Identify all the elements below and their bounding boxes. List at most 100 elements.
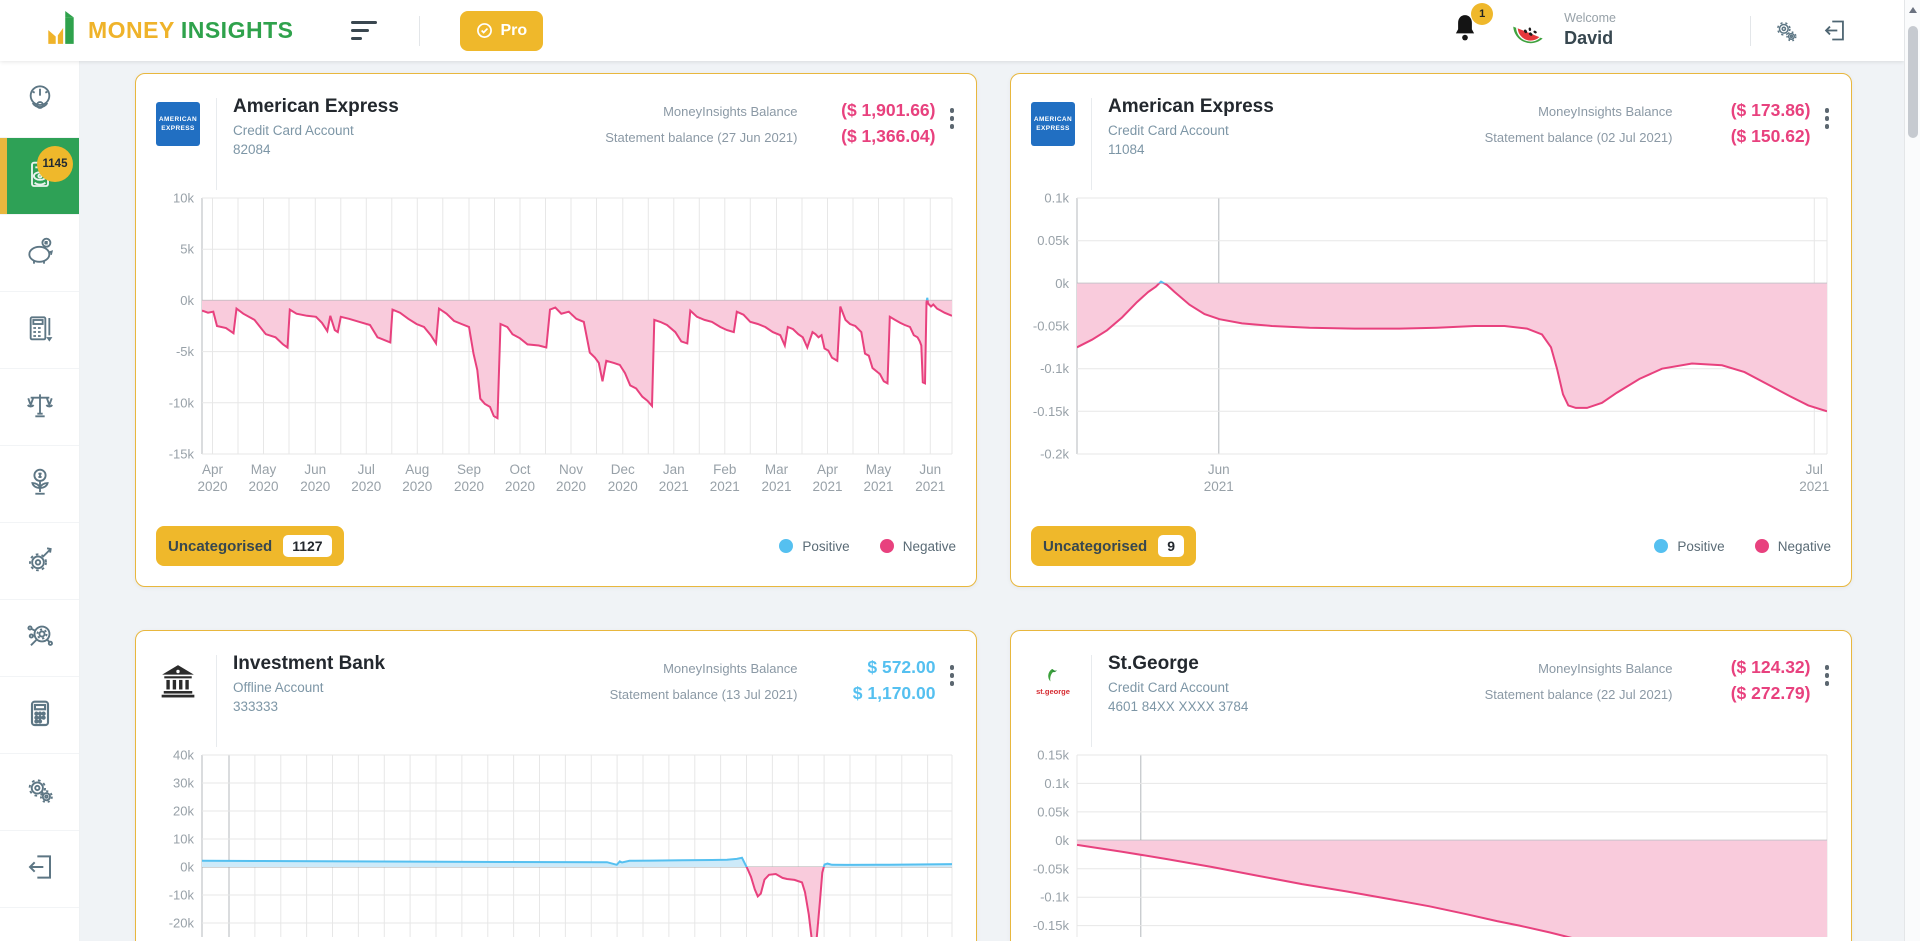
logout-icon xyxy=(24,851,56,888)
page-scrollbar[interactable] xyxy=(1904,0,1920,941)
balance-label: MoneyInsights Balance xyxy=(1538,104,1672,119)
sidebar-item-investments[interactable] xyxy=(0,446,79,523)
svg-text:2020: 2020 xyxy=(248,479,278,494)
brand-logo[interactable]: MONEYINSIGHTS xyxy=(42,10,293,51)
card-menu-kebab-icon[interactable] xyxy=(1811,102,1832,135)
card-menu-kebab-icon[interactable] xyxy=(936,659,957,692)
svg-text:30k: 30k xyxy=(173,776,194,791)
negative-legend-dot xyxy=(1755,539,1769,553)
svg-text:2020: 2020 xyxy=(351,479,381,494)
balance-value: ($ 1,901.66) xyxy=(808,100,936,121)
svg-text:2021: 2021 xyxy=(812,479,842,494)
statement-value: ($ 272.79) xyxy=(1683,683,1811,704)
balance-label: MoneyInsights Balance xyxy=(663,661,797,676)
svg-text:2021: 2021 xyxy=(1204,479,1234,494)
balance-value: ($ 173.86) xyxy=(1683,100,1811,121)
sidebar-item-goals[interactable] xyxy=(0,523,79,600)
notification-bell-icon[interactable]: 1 xyxy=(1450,12,1480,49)
svg-text:10k: 10k xyxy=(173,191,194,206)
svg-text:2021: 2021 xyxy=(710,479,740,494)
uncategorised-count: 9 xyxy=(1158,535,1184,557)
chart-legend: Positive Negative xyxy=(1654,539,1831,554)
welcome-block: Welcome David xyxy=(1564,11,1616,49)
svg-text:0k: 0k xyxy=(1055,276,1069,291)
welcome-label: Welcome xyxy=(1564,11,1616,27)
negative-legend-dot xyxy=(880,539,894,553)
sidebar-item-logout[interactable] xyxy=(0,831,79,908)
head-divider xyxy=(216,98,217,190)
uncategorised-badge[interactable]: Uncategorised 9 xyxy=(1031,526,1196,566)
sidebar-item-balance[interactable] xyxy=(0,369,79,446)
svg-text:-0.05k: -0.05k xyxy=(1033,861,1070,876)
svg-text:May: May xyxy=(866,462,892,477)
svg-text:0.15k: 0.15k xyxy=(1037,748,1069,763)
header-divider xyxy=(419,16,420,46)
statement-value: ($ 150.62) xyxy=(1683,126,1811,147)
account-type: Credit Card Account xyxy=(1108,123,1274,138)
svg-text:0.1k: 0.1k xyxy=(1044,776,1069,791)
hamburger-menu-icon[interactable] xyxy=(351,21,377,40)
svg-text:2021: 2021 xyxy=(915,479,945,494)
stgeorge-logo: st.george xyxy=(1031,659,1075,703)
goals-gear-dart-icon xyxy=(24,543,56,580)
svg-text:0.05k: 0.05k xyxy=(1037,233,1069,248)
accounts-grid: AMERICANEXPRESS American Express Credit … xyxy=(80,61,1904,941)
account-title: American Express xyxy=(1108,96,1274,118)
amex-logo: AMERICANEXPRESS xyxy=(1031,102,1075,146)
svg-text:2020: 2020 xyxy=(197,479,227,494)
account-number: 82084 xyxy=(233,142,399,157)
account-number: 4601 84XX XXXX 3784 xyxy=(1108,699,1248,714)
statement-value: $ 1,170.00 xyxy=(808,683,936,704)
svg-text:-0.15k: -0.15k xyxy=(1033,404,1070,419)
sidebar-item-tax[interactable] xyxy=(0,677,79,754)
logout-icon[interactable] xyxy=(1821,17,1848,44)
bank-building-icon xyxy=(156,659,200,703)
scrollbar-thumb[interactable] xyxy=(1908,26,1918,138)
sidebar-item-reports-active[interactable]: 1145 xyxy=(0,138,79,215)
positive-legend-dot xyxy=(779,539,793,553)
svg-text:2020: 2020 xyxy=(454,479,484,494)
tax-calculator-icon xyxy=(24,697,56,734)
budget-calculator-pen-icon xyxy=(24,312,56,349)
svg-text:Apr: Apr xyxy=(817,462,839,477)
uncategorised-badge[interactable]: Uncategorised 1127 xyxy=(156,526,344,566)
svg-text:Jan: Jan xyxy=(663,462,685,477)
card-menu-kebab-icon[interactable] xyxy=(1811,659,1832,692)
svg-text:-10k: -10k xyxy=(169,395,195,410)
svg-text:2021: 2021 xyxy=(659,479,689,494)
account-card-investment-bank: Investment Bank Offline Account 333333 M… xyxy=(135,630,977,941)
head-divider xyxy=(1091,98,1092,190)
svg-text:2020: 2020 xyxy=(402,479,432,494)
account-title: St.George xyxy=(1108,653,1248,675)
svg-text:Dec: Dec xyxy=(611,462,635,477)
sidebar-item-analysis[interactable] xyxy=(0,600,79,677)
svg-text:-0.15k: -0.15k xyxy=(1033,918,1070,933)
statement-label: Statement balance (22 Jul 2021) xyxy=(1485,687,1673,702)
sidebar-item-savings[interactable] xyxy=(0,215,79,292)
sidebar-item-dashboard[interactable] xyxy=(0,61,79,138)
balance-value: ($ 124.32) xyxy=(1683,657,1811,678)
svg-text:2021: 2021 xyxy=(863,479,893,494)
avatar-watermelon-icon[interactable] xyxy=(1508,10,1550,52)
svg-text:0k: 0k xyxy=(180,293,194,308)
balance-history-chart: 10k5k0k-5k-10k-15kApr2020May2020Jun2020J… xyxy=(156,190,956,498)
account-title: American Express xyxy=(233,96,399,118)
balance-label: MoneyInsights Balance xyxy=(1538,661,1672,676)
pro-button[interactable]: Pro xyxy=(460,11,543,51)
svg-text:-0.1k: -0.1k xyxy=(1040,361,1069,376)
svg-text:2020: 2020 xyxy=(556,479,586,494)
sidebar-item-settings[interactable] xyxy=(0,754,79,831)
card-menu-kebab-icon[interactable] xyxy=(936,102,957,135)
statement-label: Statement balance (02 Jul 2021) xyxy=(1485,130,1673,145)
sidebar-nav: 1145 xyxy=(0,61,80,941)
svg-text:-10k: -10k xyxy=(169,888,195,903)
settings-gears-icon[interactable] xyxy=(1773,18,1799,44)
svg-text:Jun: Jun xyxy=(304,462,326,477)
svg-text:-20k: -20k xyxy=(169,916,195,931)
head-divider xyxy=(216,655,217,747)
balance-history-chart: 0.15k0.1k0.05k0k-0.05k-0.1k-0.15k xyxy=(1031,747,1831,937)
sidebar-item-budget[interactable] xyxy=(0,292,79,369)
scrollbar-up-arrow-icon[interactable] xyxy=(1909,7,1917,13)
svg-text:-15k: -15k xyxy=(169,447,195,462)
svg-text:20k: 20k xyxy=(173,804,194,819)
